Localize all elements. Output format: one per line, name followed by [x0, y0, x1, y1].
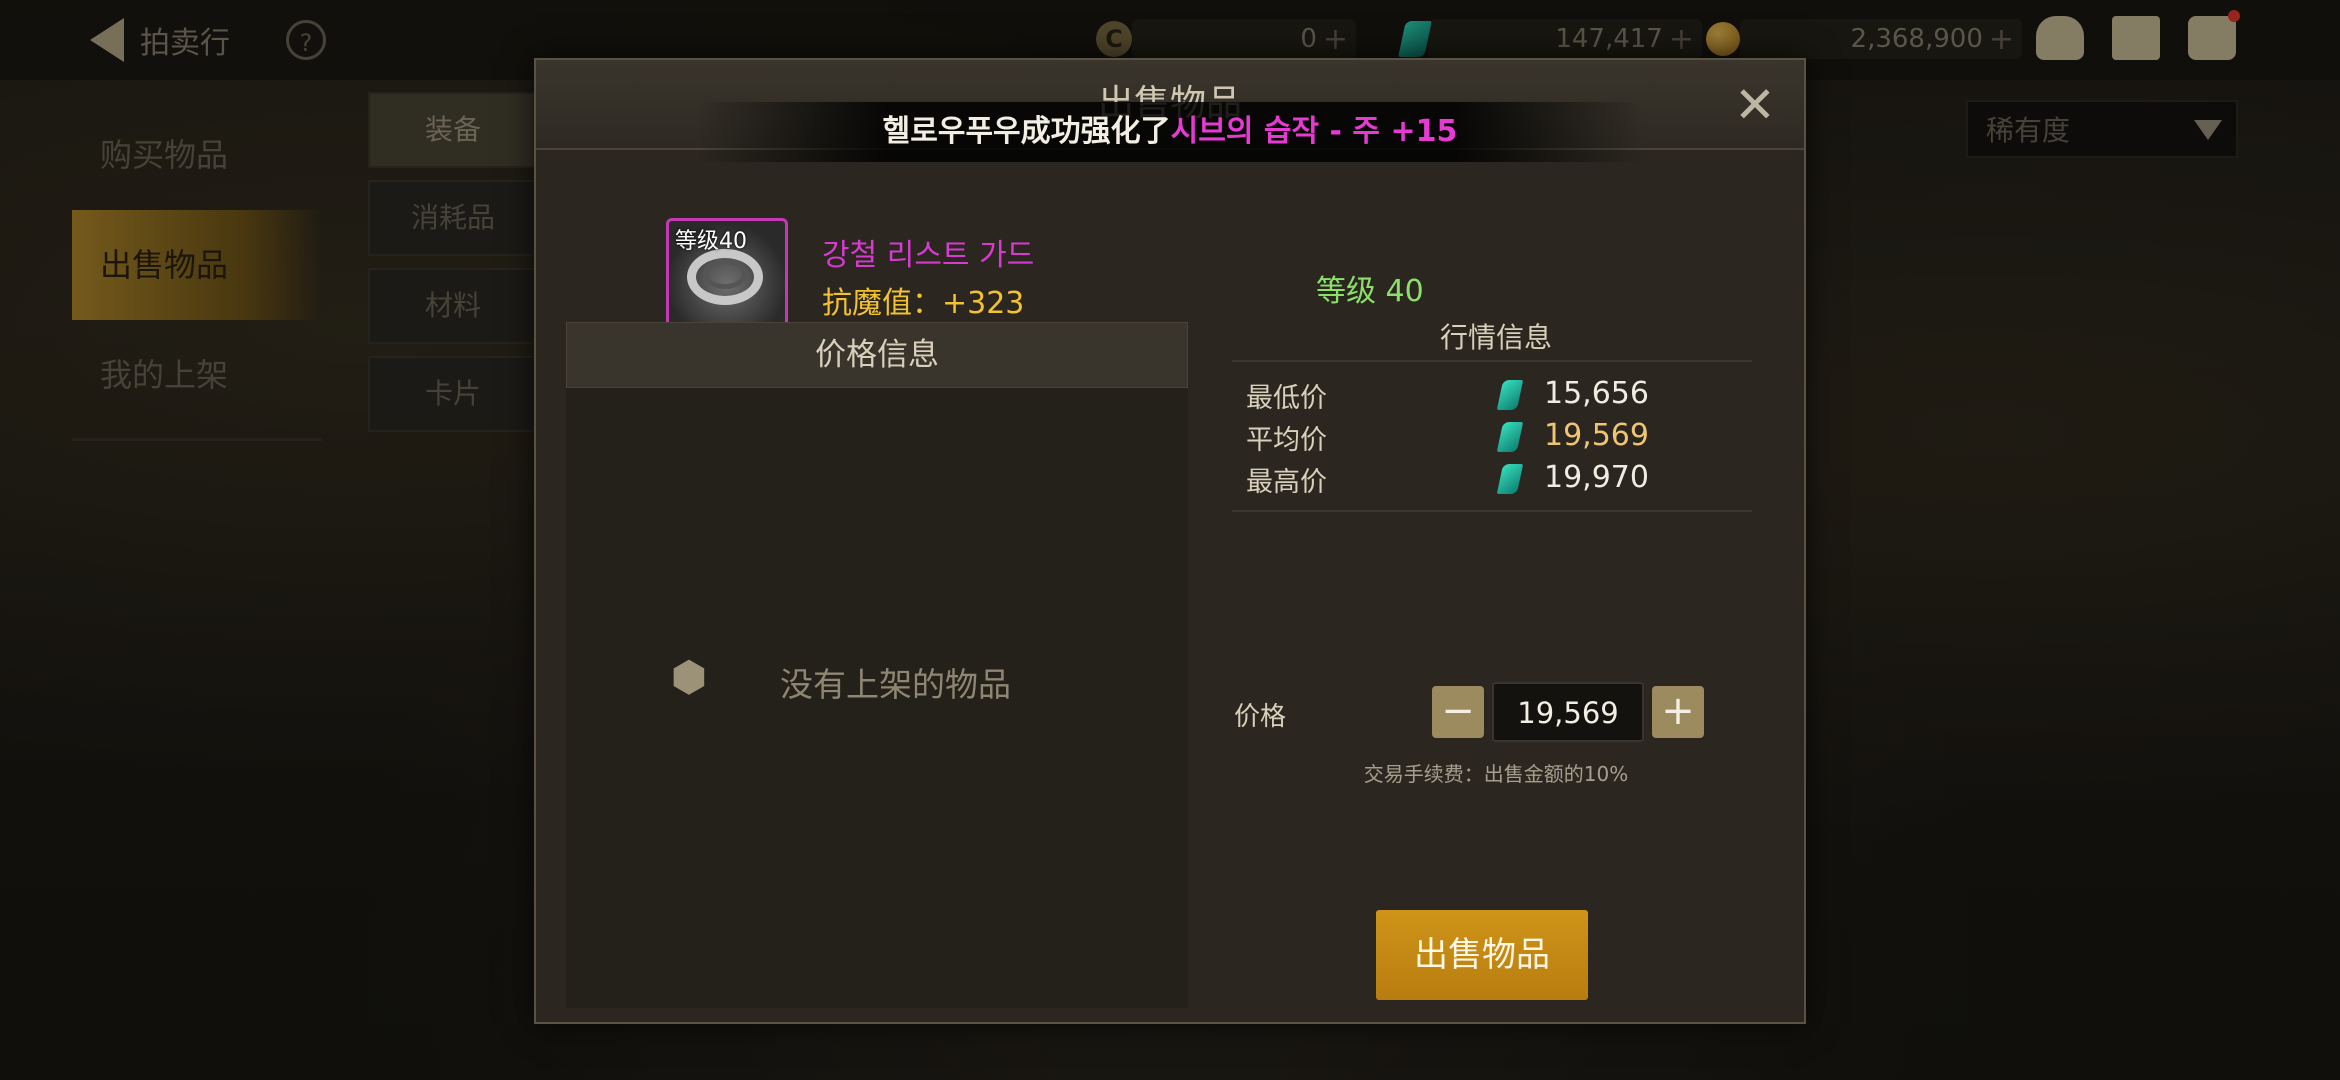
- decrease-price-button[interactable]: −: [1432, 686, 1484, 738]
- notice-item: 시브의 습작 - 주 +15: [1170, 114, 1458, 149]
- sell-item-dialog: 出售物品 ✕ 헬로우푸우成功强化了시브의 습작 - 주 +15 等级40 강철 …: [534, 58, 1806, 1024]
- divider: [1232, 510, 1752, 512]
- market-row-min: 最低价 15,656: [1246, 376, 1746, 416]
- increase-price-button[interactable]: +: [1652, 686, 1704, 738]
- sell-button[interactable]: 出售物品: [1376, 910, 1588, 1000]
- gem-icon: [1496, 422, 1524, 452]
- gem-icon: [1496, 380, 1524, 410]
- market-row-value: 19,970: [1544, 460, 1649, 495]
- market-row-max: 最高价 19,970: [1246, 460, 1746, 500]
- cubes-icon: ⬢: [670, 652, 708, 701]
- item-icon[interactable]: 等级40: [666, 218, 788, 338]
- fee-text: 交易手续费：出售金额的10%: [1363, 762, 1629, 786]
- price-info-title: 价格信息: [566, 322, 1188, 388]
- gem-icon: [1496, 464, 1524, 494]
- wrist-guard-detail: [703, 259, 747, 289]
- notice-prefix: 헬로우푸우成功强化了: [882, 114, 1171, 149]
- price-input[interactable]: 19,569: [1492, 682, 1644, 742]
- empty-listing-text: 没有上架的物品: [780, 665, 1011, 704]
- divider: [1232, 360, 1752, 362]
- item-name: 강철 리스트 가드: [822, 238, 1035, 273]
- item-level-badge: 等级40: [675, 229, 747, 254]
- item-level-requirement: 等级 40: [1316, 274, 1424, 309]
- market-row-label: 最低价: [1246, 383, 1327, 414]
- market-row-value: 15,656: [1544, 376, 1649, 411]
- close-icon[interactable]: ✕: [1730, 80, 1780, 130]
- market-info-title: 行情信息: [1439, 321, 1552, 354]
- item-stat: 抗魔值：+323: [822, 286, 1025, 321]
- price-label: 价格: [1234, 702, 1287, 732]
- market-row-label: 平均价: [1246, 425, 1327, 456]
- market-row-value: 19,569: [1544, 418, 1649, 453]
- market-row-avg: 平均价 19,569: [1246, 418, 1746, 458]
- price-info-panel: 价格信息 ⬢ 没有上架的物品: [566, 322, 1188, 1008]
- market-row-label: 最高价: [1246, 467, 1327, 498]
